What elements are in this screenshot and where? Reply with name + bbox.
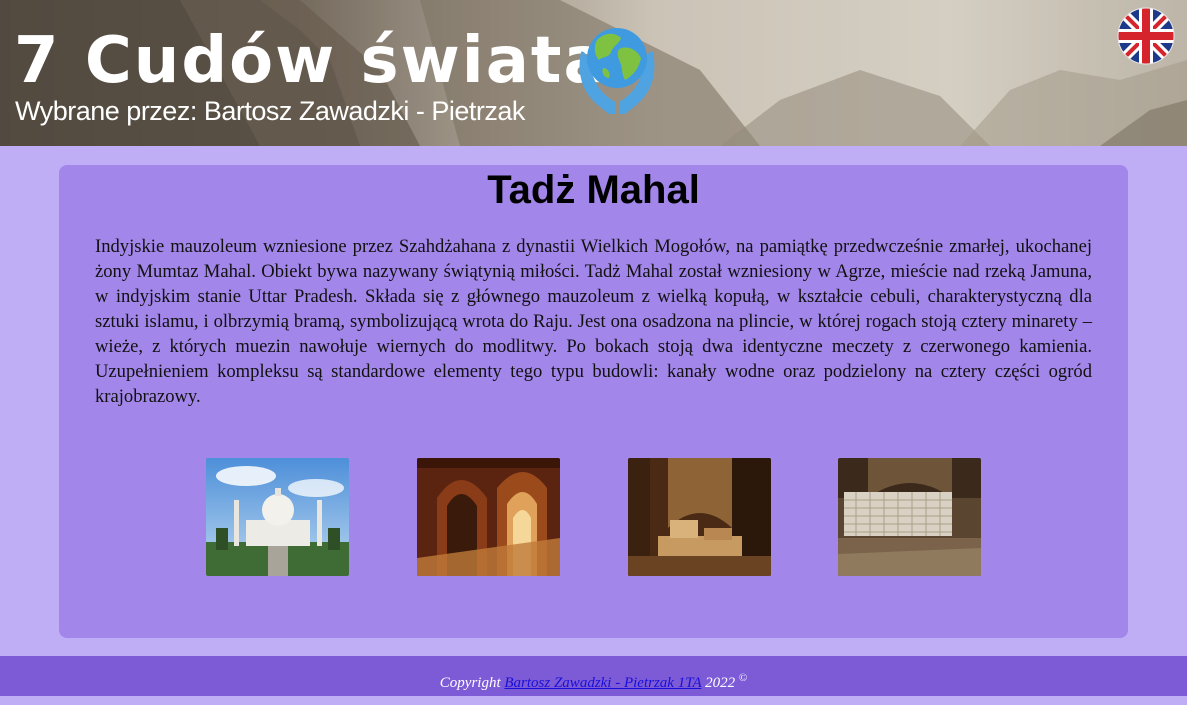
taj-mahal-tomb-interior-photo[interactable] <box>628 458 771 576</box>
uk-flag-icon[interactable] <box>1117 7 1175 65</box>
author-link[interactable]: Bartosz Zawadzki - Pietrzak 1TA <box>504 675 701 691</box>
site-title: 7 Cudów świata <box>14 24 609 98</box>
copyright-year: 2022 <box>705 675 736 691</box>
wonder-description: Indyjskie mauzoleum wzniesione przez Sza… <box>95 236 1092 407</box>
taj-mahal-exterior-photo[interactable] <box>206 458 349 576</box>
photo-gallery <box>59 458 1128 576</box>
header-banner: 7 Cudów świata Wybrane przez: Bartosz Za… <box>0 0 1187 146</box>
wonder-title: Tadż Mahal <box>487 168 700 212</box>
site-subtitle: Wybrane przez: Bartosz Zawadzki - Pietrz… <box>15 96 525 126</box>
wonder-card: Tadż Mahal Indyjskie mauzoleum wzniesion… <box>59 165 1128 638</box>
taj-mahal-arches-photo[interactable] <box>417 458 560 576</box>
taj-mahal-marble-screen-photo[interactable] <box>838 458 981 576</box>
copyright-label: Copyright <box>439 675 501 691</box>
copyright-symbol: © <box>738 672 748 684</box>
globe-hands-icon <box>579 28 655 114</box>
footer: Copyright Bartosz Zawadzki - Pietrzak 1T… <box>0 656 1187 696</box>
